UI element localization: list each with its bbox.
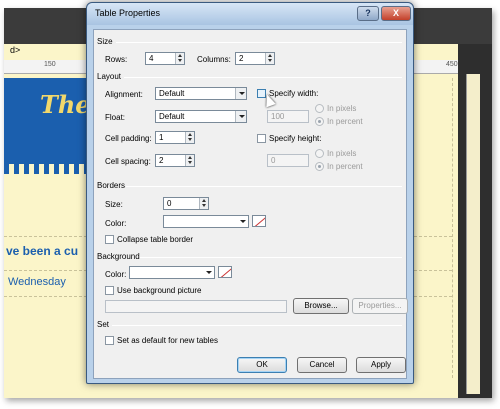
section-divider: [124, 77, 402, 78]
cancel-button[interactable]: Cancel: [297, 357, 347, 373]
width-input[interactable]: 100: [267, 110, 309, 123]
border-color-label: Color:: [105, 219, 127, 228]
border-size-value: 0: [167, 199, 172, 208]
float-select[interactable]: Default: [155, 110, 247, 123]
chevron-down-icon[interactable]: [235, 88, 246, 99]
height-percent-label: In percent: [327, 162, 363, 171]
cell-spacing-spin-arrows[interactable]: [185, 155, 194, 166]
cell-padding-value: 1: [159, 133, 164, 142]
borders-section-heading: Borders: [97, 181, 126, 190]
page-cell-text: Wednesday: [8, 276, 66, 288]
ruler-tick: 150: [44, 61, 56, 68]
cell-spacing-stepper[interactable]: 2: [155, 154, 195, 167]
specify-height-label: Specify height:: [269, 134, 322, 143]
border-size-stepper[interactable]: 0: [163, 197, 209, 210]
ok-button[interactable]: OK: [237, 357, 287, 373]
border-size-label: Size:: [105, 200, 123, 209]
background-color-select[interactable]: [129, 266, 215, 279]
set-default-label: Set as default for new tables: [117, 336, 218, 345]
float-value: Default: [159, 112, 185, 121]
background-section-heading: Background: [97, 252, 140, 261]
section-divider: [112, 325, 402, 326]
help-button[interactable]: ?: [357, 6, 379, 21]
border-color-select[interactable]: [163, 215, 249, 228]
collapse-border-checkbox[interactable]: [105, 235, 114, 244]
dialog-title: Table Properties: [95, 8, 161, 18]
columns-spin-arrows[interactable]: [265, 53, 274, 64]
background-color-label: Color:: [105, 270, 127, 279]
ruler-tick: 450: [446, 61, 458, 68]
rows-stepper[interactable]: 4: [145, 52, 185, 65]
close-button[interactable]: X: [381, 6, 411, 21]
background-picture-path-input[interactable]: [105, 300, 287, 313]
columns-stepper[interactable]: 2: [235, 52, 275, 65]
size-section-heading: Size: [97, 37, 113, 46]
cell-padding-label: Cell padding:: [105, 134, 152, 143]
columns-value: 2: [239, 54, 244, 63]
page-heading-text: ve been a cu: [6, 244, 79, 258]
width-pixels-label: In pixels: [327, 104, 357, 113]
table-properties-dialog: Table Properties ? X Size Rows: 4 Column…: [86, 2, 414, 384]
cell-spacing-label: Cell spacing:: [105, 157, 151, 166]
chevron-down-icon[interactable]: [235, 111, 246, 122]
cell-padding-stepper[interactable]: 1: [155, 131, 195, 144]
use-background-picture-label: Use background picture: [117, 286, 202, 295]
float-label: Float:: [105, 113, 126, 122]
section-divider: [116, 42, 402, 43]
alignment-value: Default: [159, 89, 185, 98]
set-section-heading: Set: [97, 320, 110, 329]
alignment-select[interactable]: Default: [155, 87, 247, 100]
rows-label: Rows:: [105, 55, 128, 64]
border-color-swatch-icon[interactable]: [252, 215, 266, 227]
rows-spin-arrows[interactable]: [175, 53, 184, 64]
height-pixels-radio[interactable]: [315, 149, 324, 158]
banner-title: The: [40, 90, 91, 119]
editor-tab-text: d>: [10, 45, 21, 55]
chevron-down-icon[interactable]: [203, 267, 214, 278]
width-percent-label: In percent: [327, 117, 363, 126]
background-color-swatch-icon[interactable]: [218, 266, 232, 278]
height-value: 0: [271, 156, 276, 165]
width-value: 100: [271, 112, 285, 121]
width-pixels-radio[interactable]: [315, 104, 324, 113]
collapse-border-label: Collapse table border: [117, 235, 194, 244]
alignment-label: Alignment:: [105, 90, 143, 99]
section-divider: [126, 186, 402, 187]
layout-section-heading: Layout: [97, 72, 122, 81]
dialog-body: Size Rows: 4 Columns: 2 Layout Alignment…: [93, 29, 408, 379]
height-percent-radio[interactable]: [315, 162, 324, 171]
specify-height-checkbox[interactable]: [257, 134, 266, 143]
section-divider: [140, 257, 402, 258]
set-default-checkbox[interactable]: [105, 336, 114, 345]
table-guide: [452, 78, 453, 378]
apply-button[interactable]: Apply: [356, 357, 406, 373]
columns-label: Columns:: [197, 55, 231, 64]
properties-button[interactable]: Properties...: [352, 298, 408, 314]
browse-button[interactable]: Browse...: [293, 298, 349, 314]
chevron-down-icon[interactable]: [237, 216, 248, 227]
height-pixels-label: In pixels: [327, 149, 357, 158]
dialog-title-bar[interactable]: Table Properties ? X: [87, 3, 413, 25]
editor-scrollbar[interactable]: [466, 74, 480, 394]
specify-width-label: Specify width:: [269, 89, 319, 98]
rows-value: 4: [149, 54, 154, 63]
height-input[interactable]: 0: [267, 154, 309, 167]
width-percent-radio[interactable]: [315, 117, 324, 126]
cell-padding-spin-arrows[interactable]: [185, 132, 194, 143]
cell-spacing-value: 2: [159, 156, 164, 165]
use-background-picture-checkbox[interactable]: [105, 286, 114, 295]
border-size-spin-arrows[interactable]: [199, 198, 208, 209]
